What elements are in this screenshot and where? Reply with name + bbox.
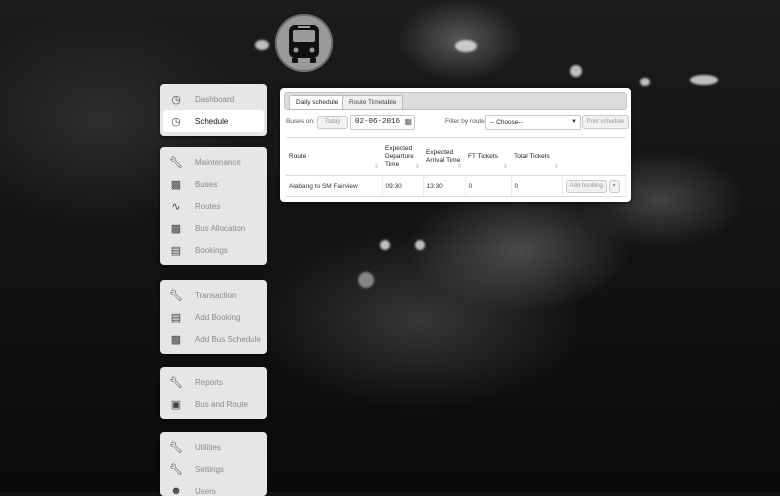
sidebar-item-reports[interactable]: 🔧︎ Reports <box>160 371 267 393</box>
bus-logo-icon <box>289 25 319 63</box>
sidebar-item-schedule[interactable]: ◷ Schedule <box>163 110 264 132</box>
tab-bar: Daily schedule Route Timetable <box>284 92 627 110</box>
sidebar-item-bus-allocation[interactable]: ▩ Bus Allocation <box>160 217 267 239</box>
cell-departure: 09:30 <box>382 175 424 197</box>
sidebar-item-label: Maintenance <box>195 157 241 167</box>
sidebar-item-label: Dashboard <box>195 94 235 104</box>
clock-icon: ◷ <box>171 93 181 106</box>
menu-group-transaction: 🔧︎ Transaction ▤ Add Booking ▩ Add Bus S… <box>160 280 267 354</box>
bokeh-light <box>380 240 390 250</box>
schedule-table: Route ⇕ Expected Departure Time ⇕ Expected… <box>286 137 626 197</box>
bus-icon: ▩ <box>170 222 182 235</box>
users-icon: ☻ <box>170 485 182 496</box>
wrench-icon: 🔧︎ <box>169 376 183 389</box>
bokeh-light <box>358 272 374 288</box>
sidebar-item-dashboard[interactable]: ◷ Dashboard <box>160 88 267 110</box>
sidebar-item-label: Reports <box>195 377 224 387</box>
sidebar-item-label: Users <box>195 486 216 496</box>
sidebar-item-label: Transaction <box>195 290 237 300</box>
app-logo <box>275 14 333 72</box>
sort-icon: ⇕ <box>502 164 508 170</box>
sidebar-item-label: Bookings <box>195 245 228 255</box>
sidebar-item-transaction[interactable]: 🔧︎ Transaction <box>160 284 267 306</box>
bus-icon: ▩ <box>170 333 182 346</box>
date-value: 02-06-2016 <box>355 118 401 126</box>
filter-label: Filter by route: <box>445 118 487 125</box>
add-booking-button[interactable]: Add booking <box>565 179 607 193</box>
cell-route: Alabang to SM Fairview <box>286 175 383 197</box>
schedule-panel: Daily schedule Route Timetable Buses on:… <box>280 88 631 202</box>
sort-icon: ⇕ <box>456 164 462 170</box>
route-icon: ∿ <box>171 200 181 213</box>
chevron-down-icon: ▼ <box>571 119 577 125</box>
clipboard-icon: ▤ <box>170 311 182 324</box>
sidebar-item-add-bus-schedule[interactable]: ▩ Add Bus Schedule <box>160 328 267 350</box>
menu-group-reports: 🔧︎ Reports ▣ Bus and Route <box>160 367 267 419</box>
sidebar-item-utilities[interactable]: 🔧︎ Utilities <box>160 436 267 458</box>
sidebar-item-label: Schedule <box>195 116 229 126</box>
sort-icon: ⇕ <box>373 164 379 170</box>
today-button[interactable]: Today <box>317 116 348 129</box>
column-header-total-tickets[interactable]: Total Tickets ⇕ <box>511 137 562 176</box>
sidebar-item-label: Routes <box>195 201 221 211</box>
column-header-arrival[interactable]: Expected Arrival Time ⇕ <box>423 137 465 176</box>
bokeh-light <box>690 75 718 85</box>
cell-ft-tickets: 0 <box>465 175 512 197</box>
wrench-icon: 🔧︎ <box>169 441 183 454</box>
column-header-actions <box>562 137 626 176</box>
sidebar-item-routes[interactable]: ∿ Routes <box>160 195 267 217</box>
wrench-icon: 🔧︎ <box>169 289 183 302</box>
sort-icon: ⇕ <box>414 164 420 170</box>
tab-route-timetable[interactable]: Route Timetable <box>342 95 404 110</box>
sidebar-item-label: Utilities <box>195 442 221 452</box>
sidebar-item-users[interactable]: ☻ Users <box>160 480 267 496</box>
sidebar-item-label: Add Booking <box>195 312 241 322</box>
cell-actions: Add booking ▾ <box>562 175 626 197</box>
sidebar-item-settings[interactable]: 🔧︎ Settings <box>160 458 267 480</box>
chevron-down-icon[interactable]: ▾ <box>608 179 620 193</box>
table-row: Alabang to SM Fairview 09:30 13:30 0 0 A… <box>286 175 626 197</box>
wrench-icon: 🔧︎ <box>169 463 183 476</box>
sidebar-item-add-booking[interactable]: ▤ Add Booking <box>160 306 267 328</box>
buses-on-label: Buses on: <box>286 118 315 125</box>
route-select-value: -- Choose-- <box>490 119 523 126</box>
sidebar-item-label: Bus and Route <box>195 399 248 409</box>
clock-icon: ◷ <box>171 115 181 128</box>
sidebar-item-bookings[interactable]: ▤ Bookings <box>160 239 267 261</box>
column-header-ft-tickets[interactable]: FT Tickets ⇕ <box>465 137 511 176</box>
menu-group-utilities: 🔧︎ Utilities 🔧︎ Settings ☻ Users <box>160 432 267 496</box>
print-schedule-button[interactable]: Print schedule <box>582 115 629 129</box>
bokeh-light <box>415 240 425 250</box>
route-select[interactable]: -- Choose-- ▼ <box>485 115 581 130</box>
sidebar-item-label: Buses <box>195 179 218 189</box>
sidebar-item-label: Settings <box>195 464 224 474</box>
sidebar-item-bus-and-route[interactable]: ▣ Bus and Route <box>160 393 267 415</box>
date-field[interactable]: 02-06-2016 ▦ <box>350 115 415 130</box>
sidebar-item-maintenance[interactable]: 🔧︎ Maintenance <box>160 151 267 173</box>
bus-icon: ▩ <box>170 178 182 191</box>
menu-group-maintenance: 🔧︎ Maintenance ▩ Buses ∿ Routes ▩ Bus Al… <box>160 147 267 265</box>
wrench-icon: 🔧︎ <box>169 156 183 169</box>
menu-group-main: ◷ Dashboard ◷ Schedule <box>160 84 267 136</box>
bokeh-light <box>255 40 269 50</box>
cell-total-tickets: 0 <box>511 175 563 197</box>
tab-daily-schedule[interactable]: Daily schedule <box>289 95 346 110</box>
bokeh-light <box>455 40 477 52</box>
sidebar-item-buses[interactable]: ▩ Buses <box>160 173 267 195</box>
column-header-departure[interactable]: Expected Departure Time ⇕ <box>382 137 423 176</box>
sort-icon: ⇕ <box>553 164 559 170</box>
sidebar-item-label: Add Bus Schedule <box>195 334 261 344</box>
presentation-icon: ▣ <box>170 398 182 411</box>
background-photo <box>0 0 780 492</box>
column-header-route[interactable]: Route ⇕ <box>286 137 382 176</box>
calendar-icon[interactable]: ▦ <box>404 117 412 126</box>
clipboard-icon: ▤ <box>170 244 182 257</box>
bokeh-light <box>640 78 650 86</box>
cell-arrival: 13:30 <box>423 175 466 197</box>
bokeh-light <box>570 65 582 77</box>
sidebar-item-label: Bus Allocation <box>195 223 246 233</box>
